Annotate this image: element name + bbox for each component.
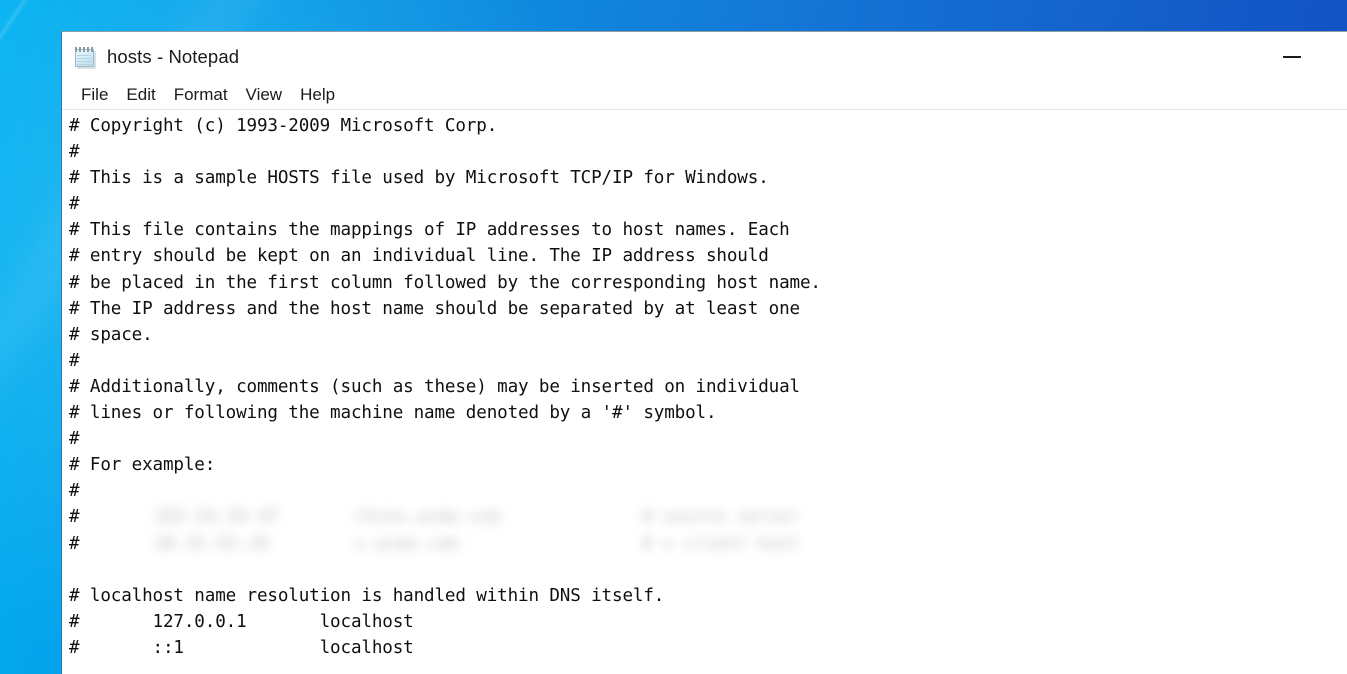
comment-hash: # xyxy=(69,533,80,554)
text-line: # This is a sample HOSTS file used by Mi… xyxy=(69,168,769,189)
text-line: # entry should be kept on an individual … xyxy=(69,246,769,267)
text-line: # xyxy=(69,350,80,371)
blurred-text-group: 102.54.94.97 xyxy=(154,507,280,528)
blurred-text-group: # x client host xyxy=(642,533,799,554)
blurred-text-group: 38.25.63.10 xyxy=(154,533,269,554)
menu-item-view[interactable]: View xyxy=(237,84,292,106)
text-line: # xyxy=(69,142,80,163)
text-line: # 127.0.0.1 localhost xyxy=(69,611,414,632)
blurred-text-group: # source server xyxy=(642,507,799,528)
menu-item-help[interactable]: Help xyxy=(291,84,344,106)
blurred-text-group: x.acme.com xyxy=(354,533,459,554)
menu-item-edit[interactable]: Edit xyxy=(117,84,164,106)
redacted-text-line: #38.25.63.10 x.acme.com # x client host xyxy=(69,531,1347,557)
text-line: # space. xyxy=(69,324,153,345)
notepad-window: hosts - Notepad File Edit Format View He… xyxy=(61,31,1347,674)
menu-bar: File Edit Format View Help xyxy=(62,81,1347,110)
minimize-button[interactable] xyxy=(1269,32,1315,81)
text-line: # localhost name resolution is handled w… xyxy=(69,585,665,606)
menu-item-format[interactable]: Format xyxy=(165,84,237,106)
text-line: # be placed in the first column followed… xyxy=(69,272,821,293)
blurred-text-group: rhino.acme.com xyxy=(354,507,501,528)
text-line: # For example: xyxy=(69,455,216,476)
text-line: # xyxy=(69,194,80,215)
notepad-icon-lines xyxy=(77,54,91,65)
text-line: # ::1 localhost xyxy=(69,637,414,658)
text-line: # The IP address and the host name shoul… xyxy=(69,298,800,319)
text-content[interactable]: # Copyright (c) 1993-2009 Microsoft Corp… xyxy=(69,113,1347,661)
comment-hash: # xyxy=(69,507,80,528)
text-line: # Additionally, comments (such as these)… xyxy=(69,376,800,397)
text-line-blank xyxy=(69,557,1347,583)
redacted-text-line: #102.54.94.97 rhino.acme.com # source serv… xyxy=(69,504,1347,530)
minimize-icon xyxy=(1283,55,1301,58)
text-line: # Copyright (c) 1993-2009 Microsoft Corp… xyxy=(69,116,498,136)
text-line: # xyxy=(69,481,80,502)
text-line: # This file contains the mappings of IP … xyxy=(69,220,790,241)
text-editor-area[interactable]: # Copyright (c) 1993-2009 Microsoft Corp… xyxy=(62,110,1347,674)
notepad-icon-spiral xyxy=(75,46,94,52)
text-line: # lines or following the machine name de… xyxy=(69,403,717,424)
menu-item-file[interactable]: File xyxy=(72,84,117,106)
notepad-icon xyxy=(74,46,96,69)
window-titlebar[interactable]: hosts - Notepad xyxy=(62,32,1347,81)
text-line: # xyxy=(69,429,80,450)
window-title: hosts - Notepad xyxy=(107,45,240,67)
